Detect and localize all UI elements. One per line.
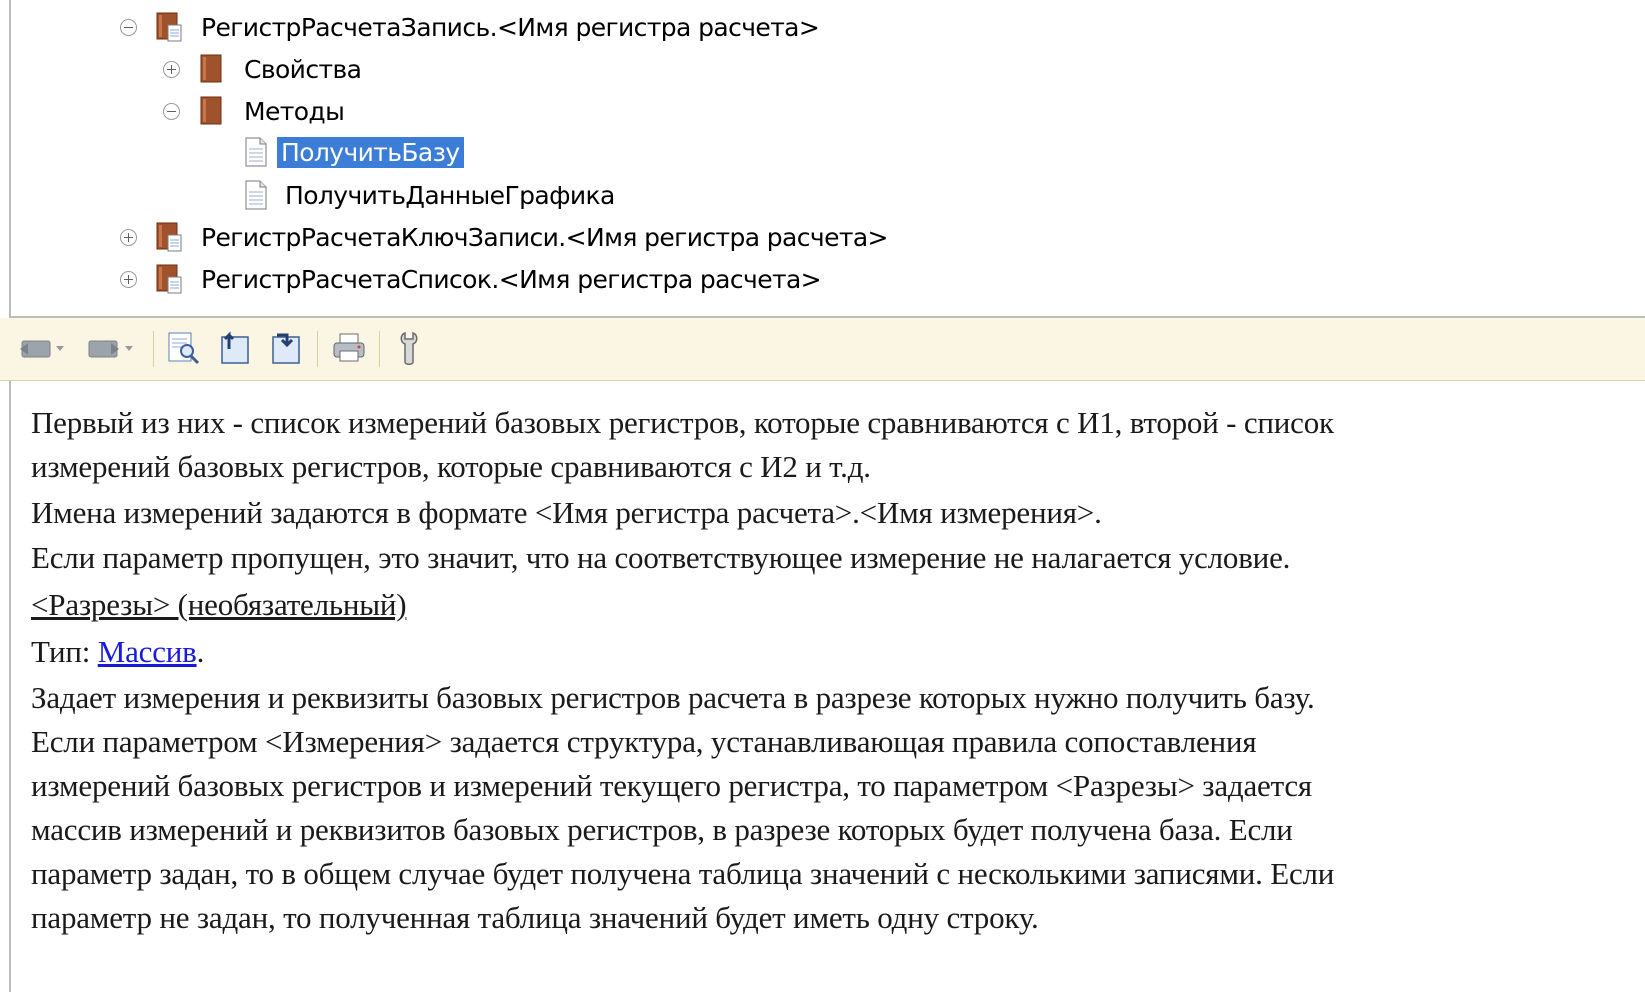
- tree-item-label: РегистрРасчетаСписок.<Имя регистра расче…: [201, 264, 822, 294]
- collapse-toggle-icon[interactable]: [120, 18, 137, 36]
- tree-item-label: ПолучитьДанныеГрафика: [285, 180, 615, 210]
- help-paragraph: измерений базовых регистров, которые сра…: [31, 449, 871, 484]
- collapse-toggle-icon[interactable]: [163, 102, 180, 120]
- sync-icon: [272, 333, 300, 364]
- go-up-icon: [221, 331, 249, 364]
- forward-icon: [88, 340, 119, 358]
- book-icon: [200, 96, 222, 125]
- book-icon: [200, 54, 222, 83]
- find-button[interactable]: [166, 328, 202, 368]
- type-suffix: .: [196, 634, 205, 669]
- parameter-type: Тип: Массив.: [31, 634, 204, 670]
- toolbar-separator: [379, 331, 380, 367]
- expand-toggle-icon[interactable]: [163, 60, 180, 78]
- type-label: Тип:: [31, 634, 98, 669]
- print-button[interactable]: [331, 328, 367, 368]
- help-paragraph: параметр задан, то в общем случае будет …: [31, 856, 1335, 891]
- panel-border: [9, 0, 11, 318]
- go-up-button[interactable]: [217, 328, 253, 368]
- help-paragraph: Задает измерения и реквизиты базовых рег…: [31, 680, 1315, 715]
- back-icon: [20, 340, 51, 358]
- help-paragraph: Если параметром <Измерения> задается стр…: [31, 724, 1257, 759]
- help-paragraph: Если параметр пропущен, это значит, что …: [31, 540, 1291, 575]
- tree-item-methods[interactable]: Методы: [163, 92, 348, 130]
- tree-item-label: Методы: [244, 96, 345, 126]
- type-link-array[interactable]: Массив: [98, 634, 197, 669]
- tree-item-label: РегистрРасчетаКлючЗаписи.<Имя регистра р…: [201, 222, 889, 252]
- tree-item-label: Свойства: [244, 54, 362, 84]
- book-icon: [156, 12, 182, 42]
- sync-contents-button[interactable]: [268, 328, 304, 368]
- help-toolbar: [0, 318, 1645, 381]
- tree-item-get-schedule-data[interactable]: ПолучитьДанныеГрафика: [243, 176, 619, 214]
- help-content: Первый из них - список измерений базовых…: [0, 381, 1645, 992]
- page-icon: [245, 180, 267, 210]
- toolbar-separator: [317, 331, 318, 367]
- help-paragraph: параметр не задан, то полученная таблица…: [31, 900, 1039, 935]
- tree-item-calc-register-record-key[interactable]: РегистрРасчетаКлючЗаписи.<Имя регистра р…: [120, 218, 892, 256]
- settings-button[interactable]: [393, 328, 427, 368]
- expand-toggle-icon[interactable]: [120, 228, 137, 246]
- panel-border: [9, 381, 11, 992]
- forward-button[interactable]: [87, 328, 133, 368]
- tree-item-label: ПолучитьБазу: [277, 136, 464, 168]
- tree-item-properties[interactable]: Свойства: [163, 50, 365, 88]
- tree-item-label: РегистрРасчетаЗапись.<Имя регистра расче…: [201, 12, 820, 42]
- book-icon: [156, 222, 182, 252]
- parameter-heading: <Разрезы> (необязательный): [31, 587, 407, 623]
- expand-toggle-icon[interactable]: [120, 270, 137, 288]
- parameter-heading-text: <Разрезы> (необязательный): [31, 587, 407, 622]
- page-icon: [245, 137, 267, 167]
- print-icon: [333, 333, 365, 362]
- tree-item-calc-register-list[interactable]: РегистрРасчетаСписок.<Имя регистра расче…: [120, 260, 825, 298]
- chevron-down-icon[interactable]: [56, 345, 64, 351]
- toolbar-separator: [153, 331, 154, 367]
- help-paragraph: измерений базовых регистров и измерений …: [31, 768, 1312, 803]
- chevron-down-icon[interactable]: [125, 345, 133, 351]
- tree-item-get-base[interactable]: ПолучитьБазу: [243, 133, 464, 171]
- tree-item-calc-register-record[interactable]: РегистрРасчетаЗапись.<Имя регистра расче…: [120, 8, 823, 46]
- help-paragraph: Первый из них - список измерений базовых…: [31, 405, 1334, 440]
- settings-icon: [400, 331, 418, 365]
- help-paragraph: Имена измерений задаются в формате <Имя …: [31, 495, 1102, 530]
- syntax-tree-panel: РегистрРасчетаЗапись.<Имя регистра расче…: [0, 0, 1645, 318]
- help-paragraph: массив измерений и реквизитов базовых ре…: [31, 812, 1293, 847]
- back-button[interactable]: [18, 328, 64, 368]
- book-icon: [156, 264, 182, 294]
- find-icon: [168, 332, 200, 365]
